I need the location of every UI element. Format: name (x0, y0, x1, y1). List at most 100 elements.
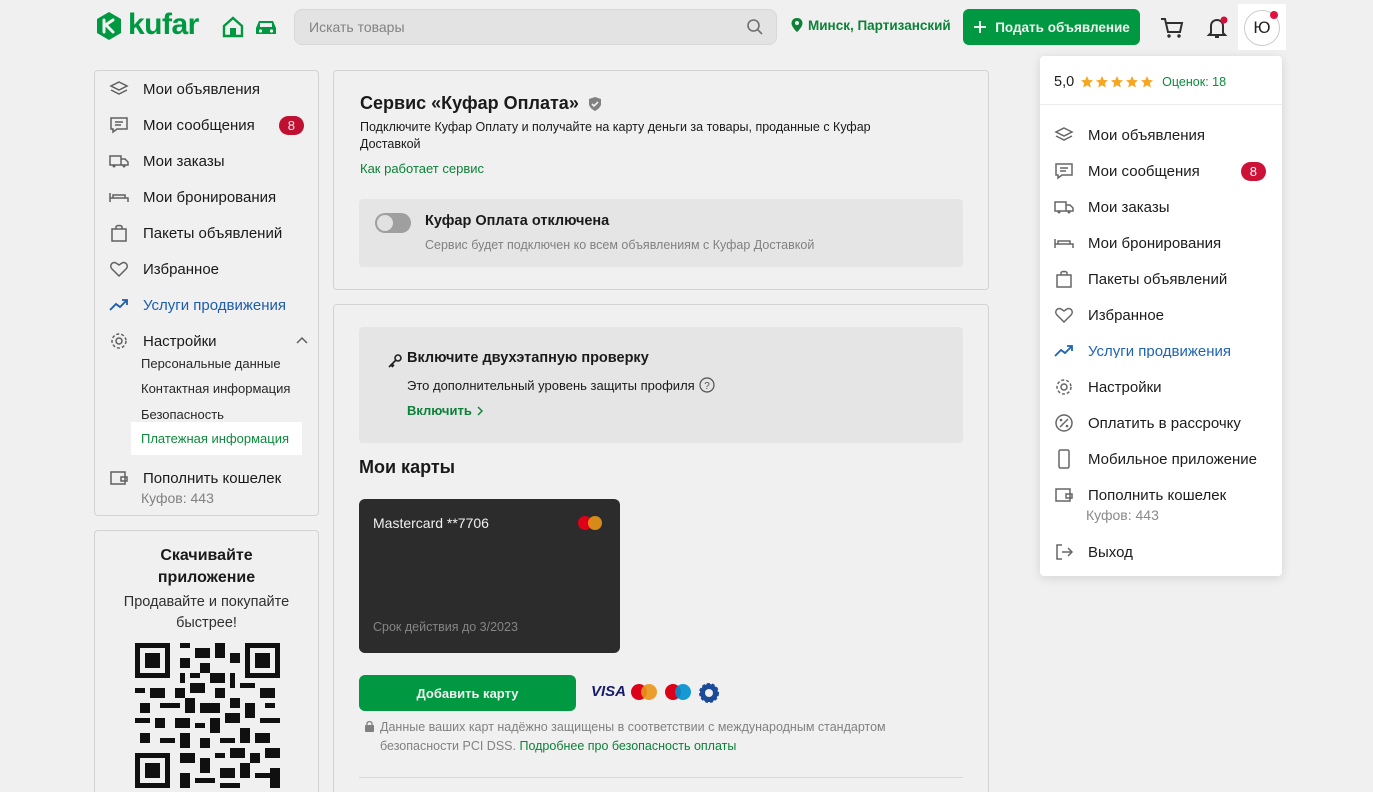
visa-logo: VISA (591, 683, 627, 700)
message-icon (110, 117, 128, 134)
truck-icon (1054, 201, 1074, 214)
dropdown-orders[interactable]: Мои заказы (1054, 197, 1170, 217)
bag-icon (1056, 270, 1072, 288)
how-it-works-link[interactable]: Как работает сервис (360, 161, 484, 176)
key-icon (388, 354, 402, 368)
dropdown-favorites[interactable]: Избранное (1054, 305, 1164, 325)
reviews-link[interactable]: Оценок: 18 (1162, 75, 1226, 89)
dropdown-wallet[interactable]: Пополнить кошелек (1054, 485, 1226, 505)
bank-card[interactable]: Mastercard **7706 Срок действия до 3/202… (359, 499, 620, 653)
dropdown-mobile-app[interactable]: Мобильное приложение (1054, 449, 1257, 469)
dropdown-messages[interactable]: Мои сообщения 8 (1054, 161, 1266, 181)
message-icon (1055, 163, 1073, 180)
lock-icon (365, 720, 374, 732)
dropdown-label: Избранное (1088, 306, 1165, 324)
header: kufar Искать товары Минск, Партизанский … (0, 0, 1373, 54)
dropdown-label: Пополнить кошелек (1088, 486, 1227, 504)
cart-icon[interactable] (1159, 15, 1185, 41)
left-nav-messages[interactable]: Мои сообщения 8 (109, 115, 305, 135)
nav-label: Настройки (143, 332, 217, 350)
dropdown-bookings[interactable]: Мои бронирования (1054, 233, 1221, 253)
mastercard-logo-icon (631, 684, 657, 700)
twofa-enable-link[interactable]: Включить (407, 403, 484, 418)
logo-text[interactable]: kufar (128, 6, 199, 44)
dropdown-my-ads[interactable]: Мои объявления (1054, 125, 1205, 145)
bed-icon (109, 193, 129, 202)
security-link[interactable]: Подробнее про безопасность оплаты (519, 739, 736, 753)
left-nav-promotion[interactable]: Услуги продвижения (109, 295, 286, 315)
home-icon[interactable] (220, 14, 246, 40)
avatar-notification-dot (1270, 11, 1278, 19)
truck-icon (109, 155, 129, 168)
help-icon[interactable]: ? (699, 377, 715, 393)
left-nav-favorites[interactable]: Избранное (109, 259, 219, 279)
divider (359, 777, 963, 778)
nav-label: Мои сообщения (143, 116, 255, 134)
wallet-balance: Куфов: 443 (141, 490, 214, 506)
heart-icon (110, 261, 128, 278)
left-nav-packages[interactable]: Пакеты объявлений (109, 223, 282, 243)
maestro-icon (665, 684, 691, 700)
card-expiry: Срок действия до 3/2023 (373, 620, 518, 634)
twofa-enable-label: Включить (407, 403, 472, 418)
twofa-desc: Это дополнительный уровень защиты профил… (407, 377, 695, 393)
rating-stars-icon (1081, 76, 1154, 88)
settings-security[interactable]: Безопасность (141, 407, 224, 422)
left-nav-orders[interactable]: Мои заказы (109, 151, 225, 171)
mastercard-icon (578, 516, 602, 530)
settings-contact-info[interactable]: Контактная информация (141, 381, 290, 396)
bag-icon (111, 224, 127, 242)
qr-code-icon[interactable] (135, 643, 280, 788)
dropdown-installments[interactable]: Оплатить в рассрочку (1054, 413, 1241, 433)
left-nav-bookings[interactable]: Мои бронирования (109, 187, 276, 207)
dropdown-label: Мои объявления (1088, 126, 1205, 144)
dropdown-settings[interactable]: Настройки (1054, 377, 1162, 397)
left-nav-my-ads[interactable]: Мои объявления (109, 79, 260, 99)
nav-label: Пакеты объявлений (143, 224, 283, 242)
search-icon[interactable] (746, 18, 764, 36)
post-ad-button[interactable]: Подать объявление (963, 9, 1140, 45)
payment-toggle[interactable] (375, 213, 411, 233)
dropdown-label: Настройки (1088, 378, 1162, 396)
twofa-title: Включите двухэтапную проверку (407, 350, 649, 366)
car-icon[interactable] (253, 14, 279, 40)
security-note: Данные ваших карт надёжно защищены в соо… (380, 718, 940, 756)
settings-payment-info[interactable]: Платежная информация (141, 431, 289, 446)
bell-icon[interactable] (1205, 15, 1231, 41)
nav-label: Услуги продвижения (143, 296, 287, 314)
left-nav-settings[interactable]: Настройки (109, 331, 309, 351)
left-nav-wallet[interactable]: Пополнить кошелек (109, 468, 281, 488)
payment-title: Сервис «Куфар Оплата» (360, 93, 579, 113)
dropdown-label: Выход (1088, 543, 1133, 561)
messages-badge: 8 (278, 115, 305, 135)
settings-personal-data[interactable]: Персональные данные (141, 356, 281, 371)
logo-icon[interactable] (94, 11, 124, 41)
layers-icon (1054, 127, 1074, 141)
dropdown-logout[interactable]: Выход (1054, 542, 1133, 562)
plus-icon (974, 21, 987, 33)
dropdown-divider (1040, 104, 1282, 105)
nav-label: Избранное (143, 260, 220, 278)
wallet-icon (110, 471, 128, 485)
post-ad-label: Подать объявление (995, 19, 1130, 35)
heart-icon (1055, 307, 1073, 324)
nav-label: Мои объявления (143, 80, 260, 98)
avatar-letter: Ю (1253, 18, 1271, 37)
card-name: Mastercard **7706 (373, 515, 489, 531)
location-selector[interactable]: Минск, Партизанский (790, 17, 951, 33)
chevron-up-icon[interactable] (295, 335, 309, 345)
bed-icon (1054, 239, 1074, 248)
gear-icon (1056, 379, 1072, 395)
search-input[interactable]: Искать товары (294, 9, 777, 45)
app-promo-title: Скачивайте приложение (157, 547, 256, 586)
trend-icon (109, 299, 128, 311)
dropdown-packages[interactable]: Пакеты объявлений (1054, 269, 1227, 289)
location-label: Минск, Партизанский (808, 17, 951, 33)
app-promo-card: Скачивайте приложение Продавайте и покуп… (94, 530, 319, 792)
dropdown-label: Оплатить в рассрочку (1088, 414, 1241, 432)
twofa-panel: Включите двухэтапную проверку Это дополн… (359, 327, 963, 443)
payment-toggle-title: Куфар Оплата отключена (425, 213, 610, 229)
payment-toggle-desc: Сервис будет подключен ко всем объявлени… (425, 238, 815, 252)
add-card-button[interactable]: Добавить карту (359, 675, 576, 711)
belcart-icon (699, 683, 719, 703)
